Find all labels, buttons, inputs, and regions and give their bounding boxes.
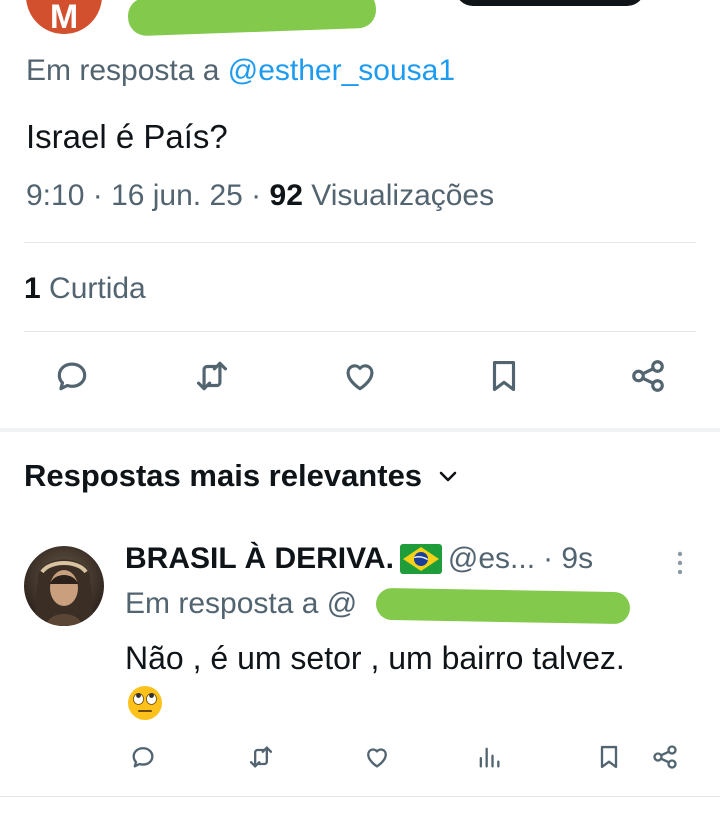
reply-to-prefix: Em resposta a	[26, 54, 220, 87]
brazil-flag-icon	[399, 544, 442, 574]
tweet-time[interactable]: 9:10	[26, 179, 84, 212]
bookmark-button[interactable]	[480, 352, 528, 400]
reply-to-line: Em resposta a @esther_sousa1	[26, 54, 455, 88]
like-icon	[346, 364, 374, 391]
views-label: Visualizações	[311, 179, 495, 212]
reply-header: BRASIL À DERIVA. @es... · 9s	[125, 542, 593, 576]
redaction-mark	[375, 587, 631, 625]
tweet-date[interactable]: 16 jun. 25	[111, 179, 243, 212]
reply-button[interactable]	[48, 352, 96, 400]
likes-label: Curtida	[49, 272, 146, 305]
avatar-image	[24, 546, 104, 626]
face-with-rolling-eyes-icon	[128, 686, 162, 720]
likes-count: 1	[24, 272, 41, 305]
reply-bookmark-button[interactable]	[590, 738, 628, 776]
reply-to-handle[interactable]: @esther_sousa1	[228, 54, 455, 87]
replies-sort-selector[interactable]: Respostas mais relevantes	[24, 458, 460, 494]
views-icon	[479, 747, 500, 768]
reply-action-bar	[0, 738, 720, 782]
reply-time[interactable]: · 9s	[543, 542, 593, 576]
retweet-button[interactable]	[188, 352, 236, 400]
tweet-action-bar	[0, 352, 720, 410]
reply-share-button[interactable]	[646, 738, 684, 776]
retweet-icon	[196, 361, 228, 391]
like-button[interactable]	[336, 352, 384, 400]
reply-views-button[interactable]	[470, 738, 508, 776]
reply-text: Não , é um setor , um bairro talvez.	[125, 640, 625, 676]
follow-button[interactable]	[455, 0, 645, 6]
section-separator	[0, 428, 720, 432]
reply-author-avatar[interactable]	[24, 546, 104, 626]
bookmark-icon	[492, 360, 516, 392]
more-options-icon[interactable]	[666, 548, 694, 578]
author-avatar[interactable]: M	[26, 0, 102, 34]
reply-reply-button[interactable]	[124, 738, 162, 776]
divider	[0, 796, 720, 797]
chevron-down-icon	[439, 471, 457, 482]
share-icon	[653, 745, 677, 769]
reply-icon	[132, 747, 154, 768]
share-icon	[632, 360, 664, 392]
bookmark-icon	[600, 745, 618, 769]
tweet-text: Israel é País?	[26, 118, 228, 155]
divider	[24, 331, 696, 332]
reply-icon	[57, 362, 87, 391]
views-count: 92	[269, 179, 303, 212]
redaction-mark	[127, 0, 377, 37]
like-icon	[367, 748, 387, 768]
reply-like-button[interactable]	[358, 738, 396, 776]
retweet-icon	[249, 746, 273, 768]
original-author-row: M	[0, 0, 720, 40]
tweet-meta: 9:10 · 16 jun. 25 · 92 Visualizações	[26, 179, 495, 212]
reply-retweet-button[interactable]	[242, 738, 280, 776]
divider	[24, 242, 696, 243]
replies-sort-label: Respostas mais relevantes	[24, 458, 423, 493]
reply-author-name[interactable]: BRASIL À DERIVA.	[125, 542, 394, 576]
likes-summary[interactable]: 1 Curtida	[24, 272, 146, 306]
reply-to-line: Em resposta a @	[125, 587, 358, 620]
share-button[interactable]	[624, 352, 672, 400]
reply-author-handle[interactable]: @es...	[448, 542, 535, 576]
